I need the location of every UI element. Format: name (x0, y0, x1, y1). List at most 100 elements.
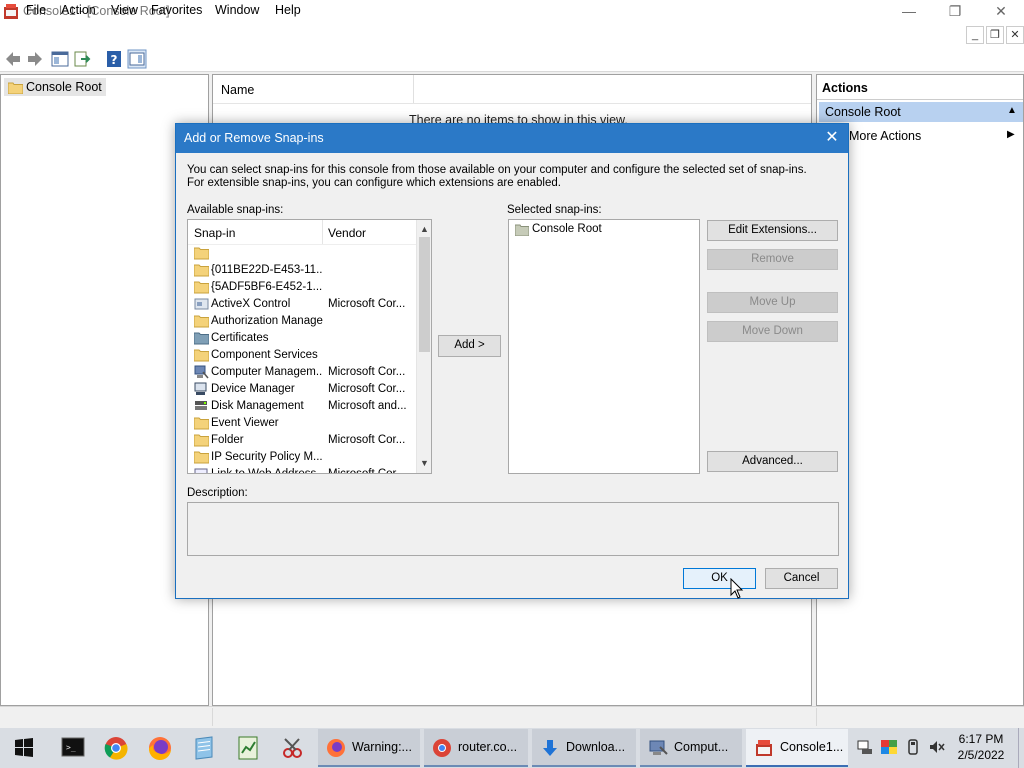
available-snapins-list[interactable]: Snap-in Vendor {011BE22D-E453-11... {5ADF… (187, 219, 432, 474)
snapin-row[interactable]: IP Security Policy M... (188, 449, 416, 466)
selected-snapin-label: Console Root (532, 223, 602, 235)
status-cell (816, 708, 1024, 726)
taskbar-task-downloads[interactable]: Downloa... (532, 729, 636, 767)
help-icon[interactable]: ? (104, 49, 124, 69)
snapin-row[interactable]: Certificates (188, 330, 416, 347)
snapin-vendor: Microsoft and... (328, 400, 407, 412)
dialog-close-button[interactable]: ✕ (820, 127, 844, 149)
snapin-row[interactable]: ActiveX Control Microsoft Cor... (188, 296, 416, 313)
firefox-icon[interactable] (140, 731, 180, 765)
snapin-row[interactable]: Link to Web Address Microsoft Cor... (188, 466, 416, 474)
maximize-button[interactable]: ❐ (932, 0, 978, 24)
snapin-name: {011BE22D-E453-11... (211, 264, 323, 276)
mmc-icon (756, 740, 772, 756)
snapin-row[interactable]: Folder Microsoft Cor... (188, 432, 416, 449)
snapin-row[interactable]: Disk Management Microsoft and... (188, 398, 416, 415)
more-actions-item[interactable]: More Actions (849, 129, 921, 143)
menu-action[interactable]: Action (61, 3, 96, 17)
snapin-vendor: Microsoft Cor... (328, 468, 406, 474)
menu-file[interactable]: File (26, 3, 46, 17)
available-snapins-label: Available snap-ins: (187, 204, 284, 216)
clock-time[interactable]: 6:17 PM (958, 732, 1004, 746)
snapin-row[interactable]: {5ADF5BF6-E452-1... (188, 279, 416, 296)
forward-arrow-icon[interactable] (25, 49, 45, 69)
child-restore-button[interactable]: ❐ (986, 26, 1004, 44)
menu-help[interactable]: Help (275, 3, 301, 17)
show-hide-tree-icon[interactable] (50, 49, 70, 69)
scroll-up-arrow-icon[interactable]: ▲ (417, 222, 431, 236)
scrollbar-thumb[interactable] (419, 237, 430, 352)
console-menu-icon[interactable] (3, 3, 19, 19)
network-icon[interactable] (856, 738, 874, 756)
child-minimize-button[interactable]: _ (966, 26, 984, 44)
tree-item-label: Console Root (26, 80, 102, 94)
column-header-name[interactable]: Name (221, 83, 254, 97)
color-display-icon[interactable] (880, 738, 898, 756)
taskbar-task-computer-management[interactable]: Comput... (640, 729, 742, 767)
windows-start-icon[interactable] (0, 728, 48, 768)
snapin-row[interactable]: Component Services (188, 347, 416, 364)
selected-snapin-item[interactable]: Console Root (515, 223, 602, 236)
submenu-arrow-icon: ▶ (1007, 129, 1015, 140)
usb-device-icon[interactable] (904, 738, 922, 756)
cancel-button[interactable]: Cancel (765, 568, 838, 589)
show-desktop-button[interactable] (1018, 728, 1024, 768)
snapin-row[interactable]: {011BE22D-E453-11... (188, 262, 416, 279)
dialog-instructions: You can select snap-ins for this console… (187, 164, 807, 189)
notepad-icon[interactable] (184, 731, 224, 765)
snapin-row[interactable]: Computer Managem... Microsoft Cor... (188, 364, 416, 381)
menu-bar (0, 24, 1024, 46)
selected-snapins-label: Selected snap-ins: (507, 204, 602, 216)
menu-window[interactable]: Window (215, 3, 259, 17)
remove-button[interactable]: Remove (707, 249, 838, 270)
collapse-icon[interactable]: ▲ (1007, 105, 1017, 116)
svg-text:?: ? (111, 53, 118, 67)
description-label: Description: (187, 487, 248, 499)
dialog-title: Add or Remove Snap-ins (184, 131, 324, 145)
move-down-button[interactable]: Move Down (707, 321, 838, 342)
tree-item-console-root[interactable]: Console Root (4, 78, 106, 96)
snapin-vendor: Microsoft Cor... (328, 383, 406, 395)
column-header-snapin[interactable]: Snap-in (194, 226, 235, 240)
advanced-button[interactable]: Advanced... (707, 451, 838, 472)
actions-section-header[interactable]: Console Root ▲ (819, 102, 1023, 122)
snapin-row[interactable]: Device Manager Microsoft Cor... (188, 381, 416, 398)
add-button[interactable]: Add > (438, 335, 501, 357)
clock-date[interactable]: 2/5/2022 (956, 748, 1006, 762)
chrome-icon[interactable] (96, 731, 136, 765)
close-window-button[interactable]: ✕ (978, 0, 1024, 24)
export-list-icon[interactable] (72, 49, 92, 69)
column-divider (322, 220, 323, 244)
snapin-name: Certificates (211, 332, 269, 344)
column-header-vendor[interactable]: Vendor (328, 226, 366, 240)
edit-extensions-button[interactable]: Edit Extensions... (707, 220, 838, 241)
mouse-pointer-icon (730, 578, 744, 599)
minimize-button[interactable]: — (886, 0, 932, 24)
snapin-name: Authorization Manager (211, 315, 323, 327)
volume-muted-icon[interactable] (928, 738, 946, 756)
ok-button[interactable]: OK (683, 568, 756, 589)
description-box (187, 502, 839, 556)
spreadsheet-icon[interactable] (228, 731, 268, 765)
taskbar-task-console[interactable]: Console1... (746, 729, 848, 767)
taskbar-task-chrome[interactable]: router.co... (424, 729, 528, 767)
command-prompt-icon[interactable]: >_ (52, 731, 92, 765)
vertical-scrollbar[interactable]: ▲ ▼ (416, 220, 431, 473)
show-hide-action-pane-icon[interactable] (127, 49, 147, 69)
child-close-button[interactable]: ✕ (1006, 26, 1024, 44)
folder-icon (515, 224, 529, 236)
snapin-row[interactable] (188, 245, 416, 262)
menu-favorites[interactable]: Favorites (151, 3, 202, 17)
scroll-down-arrow-icon[interactable]: ▼ (417, 456, 431, 470)
snapin-name: Component Services (211, 349, 318, 361)
menu-view[interactable]: View (111, 3, 138, 17)
snipping-tool-icon[interactable] (272, 731, 312, 765)
folder-icon (8, 82, 23, 94)
snapin-row[interactable]: Authorization Manager (188, 313, 416, 330)
move-up-button[interactable]: Move Up (707, 292, 838, 313)
back-arrow-icon[interactable] (3, 49, 23, 69)
snapin-name: ActiveX Control (211, 298, 291, 310)
taskbar-task-firefox[interactable]: Warning:... (318, 729, 420, 767)
selected-snapins-list[interactable]: Console Root (508, 219, 700, 474)
snapin-row[interactable]: Event Viewer (188, 415, 416, 432)
